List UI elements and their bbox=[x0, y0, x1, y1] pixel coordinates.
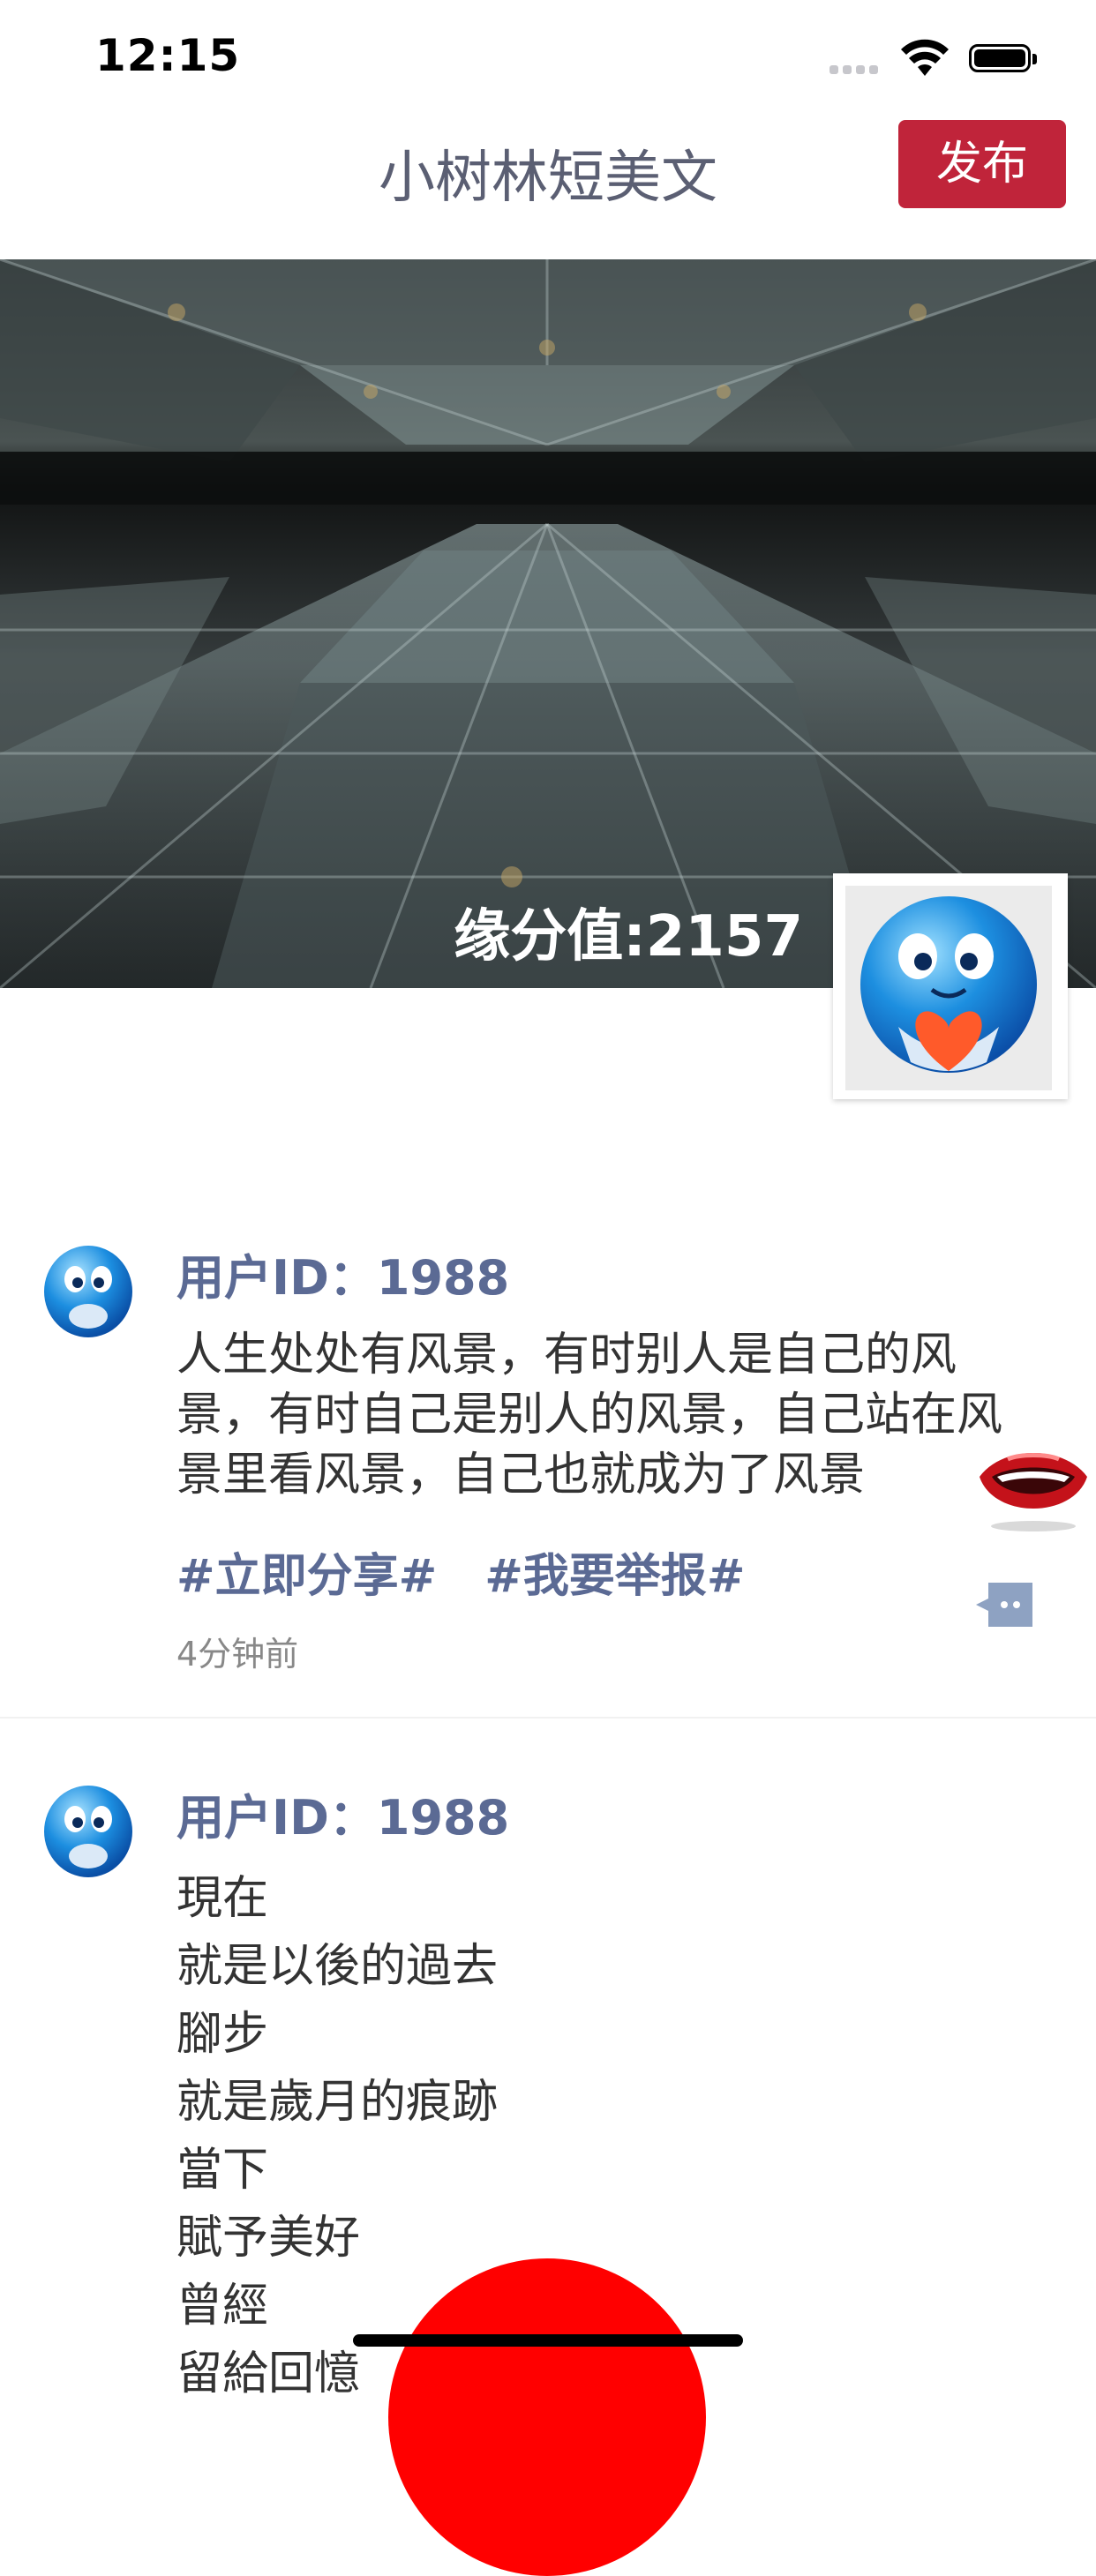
post-line: 腳步 bbox=[176, 2008, 269, 2061]
post-tags: #立即分享# #我要举报# bbox=[176, 1539, 777, 1605]
report-tag-link[interactable]: #我要举报# bbox=[484, 1550, 745, 1603]
status-icons bbox=[830, 39, 1041, 76]
user-avatar-icon[interactable] bbox=[42, 1782, 134, 1881]
floating-action-button[interactable] bbox=[388, 2258, 706, 2576]
post-line: 就是歲月的痕跡 bbox=[176, 2076, 499, 2129]
post-divider bbox=[0, 1717, 1096, 1719]
emoji-avatar-icon bbox=[860, 896, 1037, 1073]
status-time: 12:15 bbox=[95, 30, 241, 81]
post-text: 人生处处有风景，有时别人是自己的风景，有时自己是别人的风景，自己站在风景里看风景… bbox=[176, 1329, 1003, 1501]
status-bar: 12:15 bbox=[0, 0, 1096, 116]
comment-icon[interactable] bbox=[976, 1583, 1032, 1627]
publish-button[interactable]: 发布 bbox=[898, 120, 1066, 208]
post-time: 4分钟前 bbox=[176, 1635, 299, 1674]
profile-avatar[interactable] bbox=[833, 873, 1068, 1099]
post-username[interactable]: 用户ID：1988 bbox=[176, 1778, 509, 1848]
signal-icon bbox=[830, 64, 881, 74]
lips-icon[interactable] bbox=[976, 1438, 1091, 1535]
post-line: 就是以後的過去 bbox=[176, 1940, 499, 1993]
post-line: 當下 bbox=[176, 2144, 269, 2197]
share-tag-link[interactable]: #立即分享# bbox=[176, 1550, 437, 1603]
wifi-icon bbox=[901, 39, 949, 76]
post-line: 現在 bbox=[176, 1872, 269, 1925]
post-username[interactable]: 用户ID：1988 bbox=[176, 1239, 509, 1308]
home-indicator[interactable] bbox=[353, 2334, 743, 2347]
fate-value-label: 缘分值:2157 bbox=[454, 904, 803, 970]
user-avatar-icon[interactable] bbox=[42, 1242, 134, 1341]
post-line: 賦予美好 bbox=[176, 2212, 361, 2265]
battery-icon bbox=[969, 44, 1037, 72]
